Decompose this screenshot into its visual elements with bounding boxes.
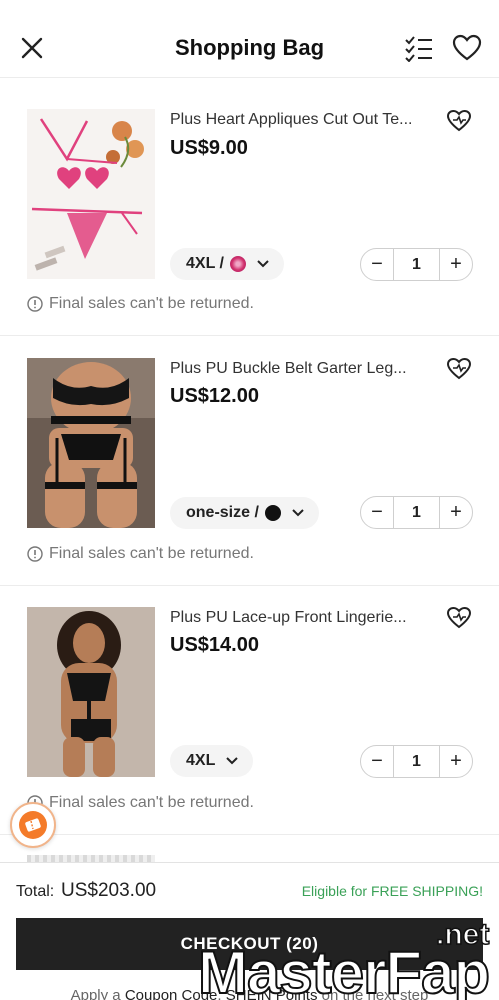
variant-label: 4XL / <box>186 255 224 272</box>
increase-button[interactable]: + <box>440 249 472 280</box>
coupon-ticket-icon <box>19 811 47 839</box>
product-title[interactable]: Plus PU Lace-up Front Lingerie... <box>170 609 432 627</box>
product-price: US$14.00 <box>170 634 259 656</box>
product-title[interactable]: Plus PU Buckle Belt Garter Leg... <box>170 360 432 378</box>
quantity-value[interactable]: 1 <box>393 497 440 528</box>
cart-item: Plus Heart Appliques Cut Out Te... US$9.… <box>0 87 499 336</box>
variant-selector[interactable]: 4XL <box>170 745 254 777</box>
chevron-down-icon <box>292 509 304 517</box>
quantity-stepper: − 1 + <box>360 248 473 281</box>
product-price: US$12.00 <box>170 385 259 407</box>
product-image[interactable] <box>27 358 155 528</box>
decrease-button[interactable]: − <box>361 746 393 777</box>
total-label: Total: <box>16 883 55 900</box>
free-shipping-note: Eligible for FREE SHIPPING! <box>301 883 483 899</box>
color-swatch <box>229 256 246 272</box>
variant-label: 4XL <box>186 752 216 769</box>
notice-text: Final sales can't be returned. <box>49 545 254 562</box>
checklist-icon[interactable] <box>404 34 434 62</box>
move-to-wishlist-icon[interactable] <box>446 109 472 133</box>
watermark-brand: MasterFap <box>197 938 491 1000</box>
product-image[interactable] <box>27 607 155 777</box>
watermark: .net MasterFap <box>197 917 498 1000</box>
info-icon <box>27 546 43 562</box>
product-title[interactable]: Plus Heart Appliques Cut Out Te... <box>170 111 432 129</box>
top-bar: Shopping Bag <box>0 0 499 78</box>
hint-prefix: Apply a <box>70 987 121 1000</box>
cart-item: Plus PU Lace-up Front Lingerie... US$14.… <box>0 586 499 835</box>
final-sale-notice: Final sales can't be returned. <box>27 295 254 313</box>
cart-item: Plus PU Buckle Belt Garter Leg... US$12.… <box>0 337 499 586</box>
final-sale-notice: Final sales can't be returned. <box>27 545 254 563</box>
notice-text: Final sales can't be returned. <box>49 794 254 811</box>
increase-button[interactable]: + <box>440 746 472 777</box>
move-to-wishlist-icon[interactable] <box>446 606 472 630</box>
wishlist-heart-icon[interactable] <box>452 34 482 62</box>
info-icon <box>27 296 43 312</box>
variant-selector[interactable]: one-size / <box>170 497 319 529</box>
variant-selector[interactable]: 4XL / <box>170 248 284 280</box>
product-image[interactable] <box>27 109 155 279</box>
chevron-down-icon <box>226 757 239 765</box>
final-sale-notice: Final sales can't be returned. <box>27 794 254 812</box>
increase-button[interactable]: + <box>440 497 472 528</box>
notice-text: Final sales can't be returned. <box>49 295 254 312</box>
quantity-stepper: − 1 + <box>360 496 473 529</box>
decrease-button[interactable]: − <box>361 249 393 280</box>
decrease-button[interactable]: − <box>361 497 393 528</box>
total-amount: US$203.00 <box>61 880 157 901</box>
chevron-down-icon <box>257 260 269 268</box>
quantity-stepper: − 1 + <box>360 745 473 778</box>
variant-label: one-size / <box>186 504 259 521</box>
quantity-value[interactable]: 1 <box>393 249 440 280</box>
product-price: US$9.00 <box>170 137 248 159</box>
coupon-float-button[interactable] <box>10 802 56 848</box>
move-to-wishlist-icon[interactable] <box>446 357 472 381</box>
color-swatch <box>264 505 281 521</box>
quantity-value[interactable]: 1 <box>393 746 440 777</box>
